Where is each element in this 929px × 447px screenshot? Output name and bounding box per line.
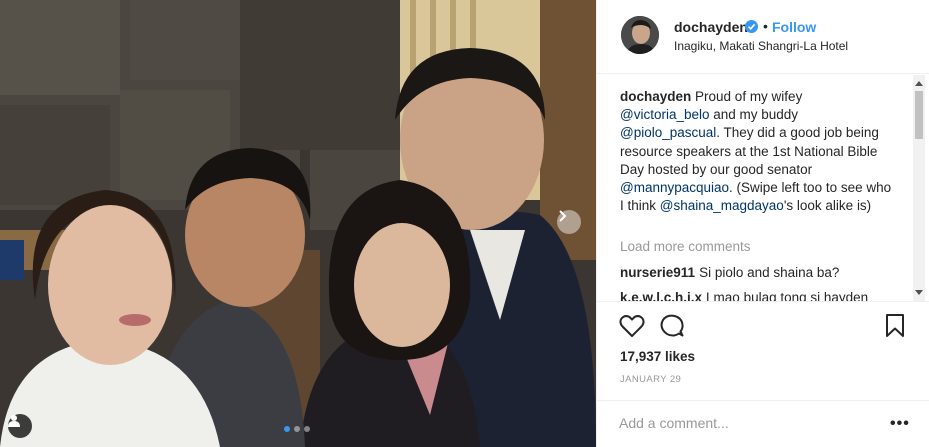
post-side-panel: dochayden • Follow Inagiku, Makati Shang… <box>596 0 929 447</box>
carousel-dot <box>304 426 310 432</box>
likes-count[interactable]: 17,937 likes <box>620 349 695 364</box>
caption-part: and my buddy <box>709 107 799 123</box>
post-photo[interactable] <box>0 0 596 447</box>
comment-text: Lmao bulag tong si hayden <box>706 290 869 301</box>
load-more-comments-link[interactable]: Load more comments <box>620 239 751 254</box>
caption-part: 's look alike is) <box>783 198 872 214</box>
avatar[interactable] <box>621 16 659 54</box>
post-header: dochayden • Follow Inagiku, Makati Shang… <box>597 0 929 74</box>
caption-part: Proud of my wifey <box>695 89 803 104</box>
more-options-button[interactable]: ••• <box>890 415 910 433</box>
post-date[interactable]: JANUARY 29 <box>620 374 681 385</box>
comments-section[interactable]: dochayden Proud of my wifey @victoria_be… <box>597 75 929 301</box>
post-actions: 17,937 likes JANUARY 29 <box>597 301 929 411</box>
comment-button[interactable] <box>660 314 684 343</box>
save-button[interactable] <box>886 314 904 343</box>
user-tag-icon <box>8 415 20 427</box>
bookmark-icon <box>886 314 904 337</box>
follow-button[interactable]: Follow <box>772 19 816 35</box>
verified-badge-icon <box>745 20 758 33</box>
post-location[interactable]: Inagiku, Makati Shangri-La Hotel <box>674 39 848 53</box>
comment-item: k.e.w.l.c.h.i.x Lmao bulag tong si hayden <box>620 290 868 301</box>
comments-scrollbar[interactable] <box>913 75 925 301</box>
mention-link[interactable]: @victoria_belo <box>620 107 710 122</box>
comment-bubble-icon <box>660 314 684 337</box>
caption-username[interactable]: dochayden <box>620 89 691 104</box>
comment-item: nurserie911 Si piolo and shaina ba? <box>620 265 839 280</box>
carousel-dot <box>294 426 300 432</box>
comment-input[interactable] <box>619 413 869 433</box>
chevron-right-icon <box>559 210 567 222</box>
comment-text: Si piolo and shaina ba? <box>699 265 840 280</box>
like-button[interactable] <box>619 314 645 343</box>
post-caption: dochayden Proud of my wifey @victoria_be… <box>620 88 892 215</box>
photo-illustration <box>0 0 596 447</box>
heart-icon <box>619 315 645 337</box>
scroll-up-arrow[interactable] <box>915 81 923 86</box>
caption-text: Proud of my wifey @victoria_belo and my … <box>620 89 891 213</box>
mention-link[interactable]: @piolo_pascual <box>620 125 716 140</box>
add-comment-bar: ••• <box>597 400 929 447</box>
carousel-dot-active <box>284 426 290 432</box>
avatar-image <box>621 16 659 54</box>
post-username[interactable]: dochayden <box>674 19 748 35</box>
mention-link[interactable]: @shaina_magdayao <box>660 198 784 213</box>
mention-link[interactable]: @mannypacquiao <box>620 180 729 195</box>
carousel-indicator <box>284 426 310 432</box>
scroll-down-arrow[interactable] <box>915 290 923 295</box>
scrollbar-thumb[interactable] <box>915 91 923 139</box>
comment-username[interactable]: k.e.w.l.c.h.i.x <box>620 290 702 301</box>
next-slide-button[interactable] <box>557 210 581 234</box>
separator-dot: • <box>763 18 768 34</box>
comment-username[interactable]: nurserie911 <box>620 265 695 280</box>
user-tags-button[interactable] <box>8 414 32 438</box>
